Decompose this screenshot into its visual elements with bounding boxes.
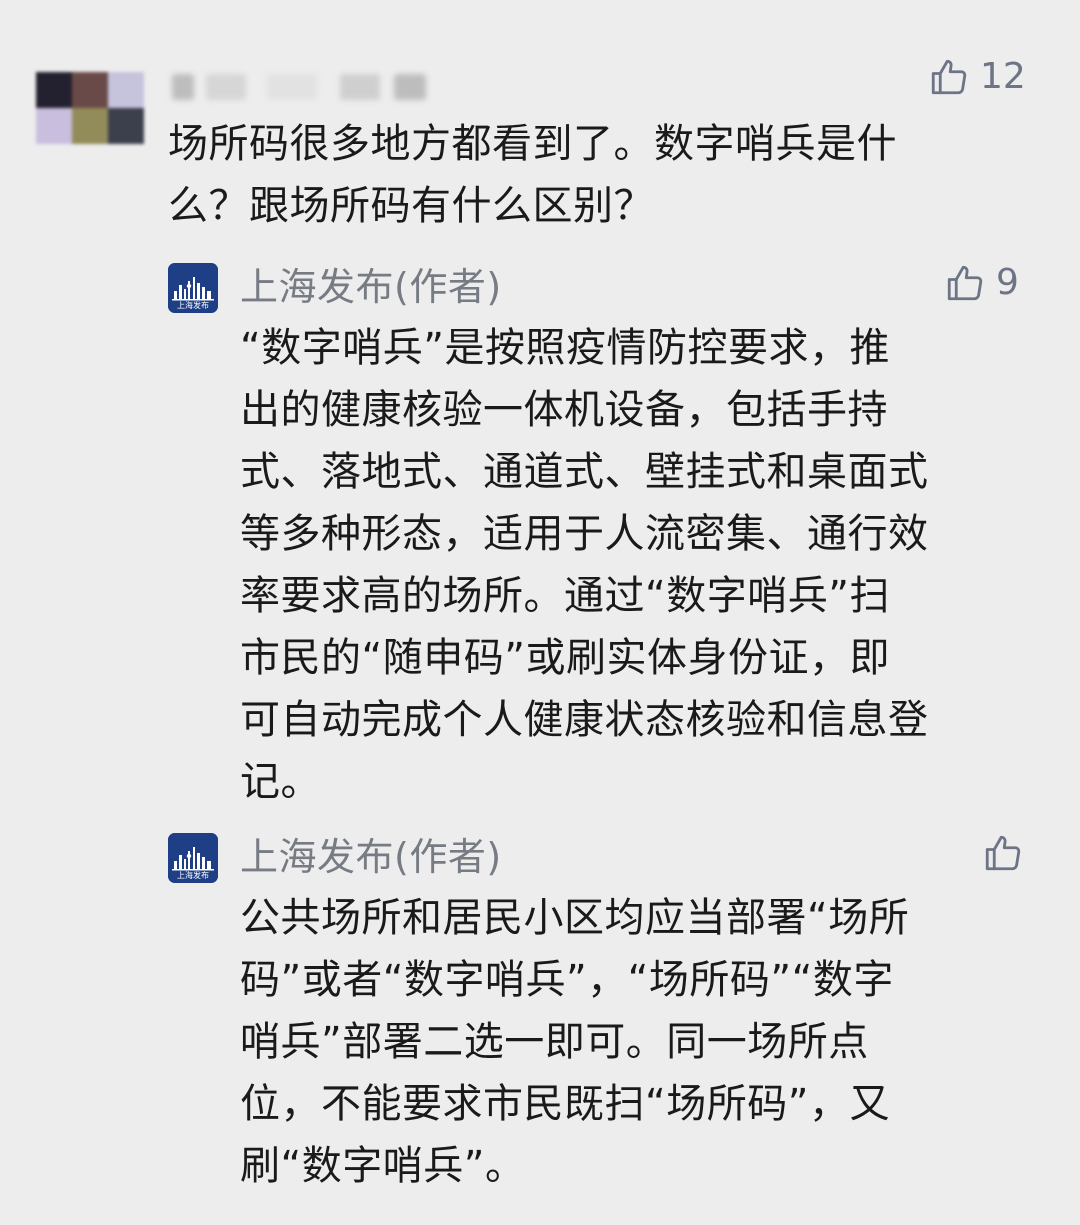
thumbs-up-icon [947, 265, 983, 301]
reply-like-button[interactable] [982, 832, 1024, 874]
comment-like-count: 12 [980, 56, 1026, 97]
reply-text: 公共场所和居民小区均应当部署“场所 码”或者“数字哨兵”，“场所码”“数字 哨兵… [240, 895, 910, 1189]
reply-text: “数字哨兵”是按照疫情防控要求，推 出的健康核验一体机设备，包括手持 式、落地式… [240, 325, 929, 805]
shanghai-skyline-logo: 上海发布 [168, 833, 218, 883]
avatar-label: 上海发布 [177, 870, 209, 880]
reply-like-button[interactable]: 9 [944, 262, 1019, 304]
author-avatar[interactable]: 上海发布 [168, 263, 218, 313]
thumbs-up-icon [985, 835, 1021, 871]
thumbs-up-icon [931, 59, 967, 95]
shanghai-skyline-logo: 上海发布 [168, 263, 218, 313]
commenter-avatar[interactable] [36, 72, 144, 144]
commenter-name-redacted[interactable] [172, 74, 432, 100]
avatar-label: 上海发布 [177, 300, 209, 310]
author-avatar[interactable]: 上海发布 [168, 833, 218, 883]
reply-like-count: 9 [996, 262, 1019, 303]
comment-like-button[interactable]: 12 [928, 56, 1026, 98]
reply-author-name[interactable]: 上海发布(作者) [240, 838, 502, 876]
comment-text: 场所码很多地方都看到了。数字哨兵是什 么？跟场所码有什么区别？ [168, 121, 897, 229]
reply-author-name[interactable]: 上海发布(作者) [240, 268, 502, 306]
